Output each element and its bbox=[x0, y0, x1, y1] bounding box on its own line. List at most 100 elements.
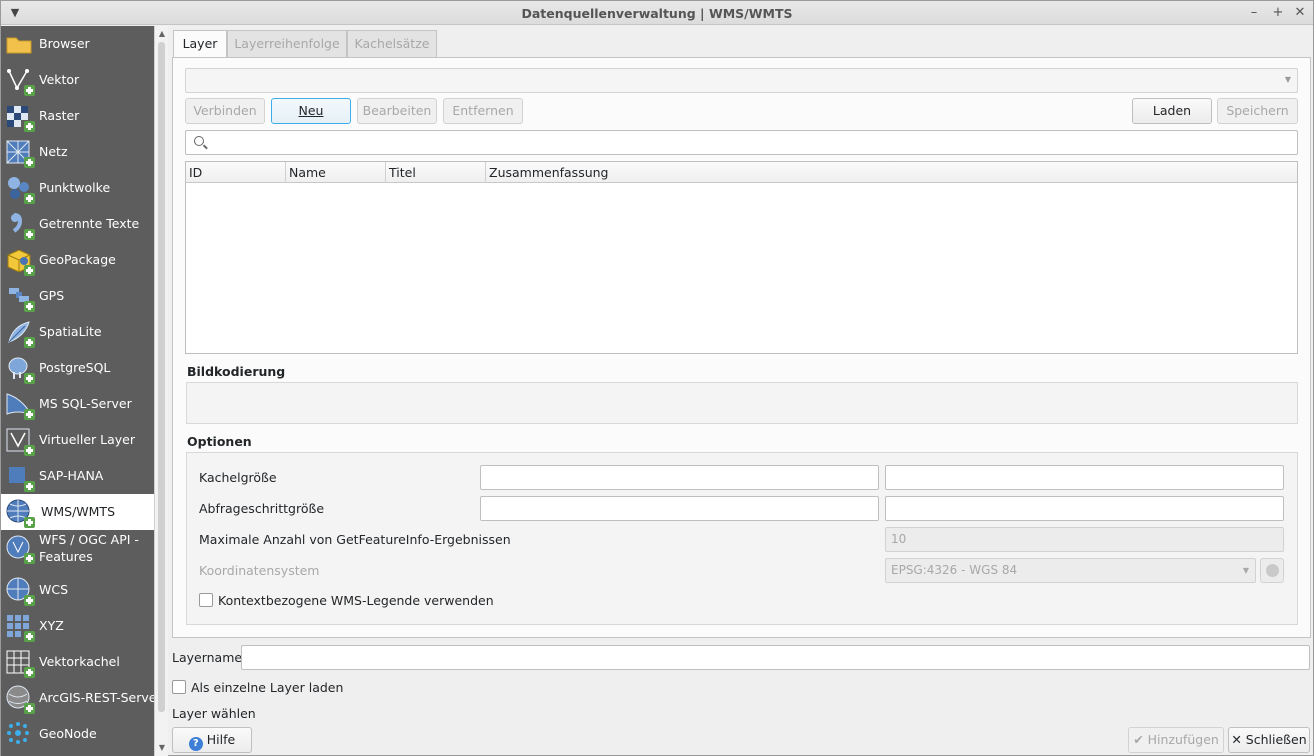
wfs-icon bbox=[5, 534, 35, 564]
sidebar-item-vector-tile[interactable]: Vektorkachel bbox=[1, 644, 154, 680]
sidebar-item-label: Punktwolke bbox=[39, 180, 111, 195]
sidebar-item-raster[interactable]: Raster bbox=[1, 98, 154, 134]
delimited-text-icon bbox=[5, 210, 35, 240]
crs-select-value: EPSG:4326 - WGS 84 bbox=[891, 563, 1018, 577]
add-button[interactable]: ✔ Hinzufügen bbox=[1128, 727, 1224, 753]
sidebar-item-label: SAP-HANA bbox=[39, 468, 104, 483]
postgresql-icon bbox=[5, 354, 35, 384]
load-connections-button[interactable]: Laden bbox=[1132, 98, 1212, 124]
mesh-icon bbox=[5, 138, 35, 168]
tab-tilesets[interactable]: Kachelsätze bbox=[347, 30, 437, 57]
load-as-single-layer-checkbox[interactable] bbox=[172, 680, 186, 694]
tile-width-input[interactable] bbox=[480, 465, 879, 490]
column-header-id[interactable]: ID bbox=[186, 162, 286, 183]
column-header-abstract[interactable]: Zusammenfassung bbox=[486, 162, 1297, 183]
scroll-up-icon[interactable]: ▲ bbox=[156, 28, 168, 40]
raster-icon bbox=[5, 102, 35, 132]
sidebar-item-virtual-layer[interactable]: Virtueller Layer bbox=[1, 422, 154, 458]
sidebar-item-wcs[interactable]: WCS bbox=[1, 572, 154, 608]
sidebar-item-pointcloud[interactable]: Punktwolke bbox=[1, 170, 154, 206]
step-size-label: Abfrageschrittgröße bbox=[199, 501, 325, 516]
max-feature-info-label: Maximale Anzahl von GetFeatureInfo-Ergeb… bbox=[199, 532, 511, 547]
sidebar-item-mesh[interactable]: Netz bbox=[1, 134, 154, 170]
sidebar-item-sap-hana[interactable]: SAP-HANA bbox=[1, 458, 154, 494]
wms-icon bbox=[5, 498, 35, 528]
geopackage-icon bbox=[5, 246, 35, 276]
sidebar-item-label: WMS/WMTS bbox=[41, 504, 116, 519]
options-section-title: Optionen bbox=[187, 434, 252, 449]
layer-search-input[interactable] bbox=[185, 130, 1298, 155]
sidebar-item-label: WCS bbox=[39, 582, 69, 597]
sidebar-item-geonode[interactable]: GeoNode bbox=[1, 716, 154, 752]
minimize-button[interactable]: – bbox=[1245, 4, 1263, 22]
sidebar-item-mssql[interactable]: MS SQL-Server bbox=[1, 386, 154, 422]
title-bar: ▼ Datenquellenverwaltung | WMS/WMTS – + … bbox=[1, 1, 1313, 25]
pointcloud-icon bbox=[5, 174, 35, 204]
mssql-icon bbox=[5, 390, 35, 420]
layername-input[interactable] bbox=[241, 645, 1310, 670]
maximize-button[interactable]: + bbox=[1269, 4, 1287, 22]
geonode-icon bbox=[5, 720, 33, 748]
connect-button[interactable]: Verbinden bbox=[185, 98, 265, 124]
contextual-legend-label: Kontextbezogene WMS-Legende verwenden bbox=[218, 593, 494, 608]
column-header-title[interactable]: Titel bbox=[386, 162, 486, 183]
sidebar-item-label: Raster bbox=[39, 108, 80, 123]
sidebar-item-wfs[interactable]: WFS / OGC API - Features bbox=[1, 530, 154, 566]
scrollbar-thumb[interactable] bbox=[158, 42, 165, 712]
sidebar-item-label: MS SQL-Server bbox=[39, 396, 132, 411]
crs-select[interactable]: EPSG:4326 - WGS 84 ▼ bbox=[885, 558, 1256, 583]
load-as-single-layer-label: Als einzelne Layer laden bbox=[191, 680, 344, 695]
sidebar-item-delimited-text[interactable]: Getrennte Texte bbox=[1, 206, 154, 242]
sidebar-item-browser[interactable]: Browser bbox=[1, 26, 154, 62]
close-window-button[interactable]: ✕ bbox=[1291, 4, 1309, 22]
close-label: Schließen bbox=[1245, 732, 1307, 747]
sidebar-item-geopackage[interactable]: GeoPackage bbox=[1, 242, 154, 278]
sidebar-item-gps[interactable]: GPS bbox=[1, 278, 154, 314]
sidebar-item-label: Netz bbox=[39, 144, 68, 159]
tab-layer-order[interactable]: Layerreihenfolge bbox=[227, 30, 347, 57]
sidebar-item-wms[interactable]: WMS/WMTS bbox=[1, 494, 154, 530]
sidebar-item-label: GPS bbox=[39, 288, 65, 303]
help-button[interactable]: ? Hilfe bbox=[172, 727, 252, 753]
data-source-manager-window: ▼ Datenquellenverwaltung | WMS/WMTS – + … bbox=[0, 0, 1314, 756]
scroll-down-icon[interactable]: ▼ bbox=[156, 742, 168, 754]
chevron-down-icon: ▼ bbox=[1242, 566, 1249, 575]
layer-table[interactable]: ID Name Titel Zusammenfassung bbox=[185, 161, 1298, 354]
search-icon bbox=[194, 136, 204, 146]
sidebar-item-label: WFS / OGC API - Features bbox=[39, 532, 139, 564]
save-connections-button[interactable]: Speichern bbox=[1217, 98, 1298, 124]
step-width-input[interactable] bbox=[480, 496, 879, 521]
sidebar-item-label: ArcGIS-REST-Server bbox=[39, 690, 154, 705]
layername-label: Layername bbox=[172, 650, 243, 665]
connection-select[interactable]: ▼ bbox=[185, 68, 1298, 93]
edit-connection-button[interactable]: Bearbeiten bbox=[357, 98, 437, 124]
close-button[interactable]: ✕ Schließen bbox=[1228, 727, 1310, 753]
sidebar-item-arcgis[interactable]: ArcGIS-REST-Server bbox=[1, 680, 154, 716]
table-header: ID Name Titel Zusammenfassung bbox=[186, 162, 1297, 183]
globe-icon bbox=[1266, 564, 1279, 577]
close-icon: ✕ bbox=[1231, 732, 1242, 747]
crs-picker-button[interactable] bbox=[1260, 558, 1284, 583]
sidebar-item-postgresql[interactable]: PostgreSQL bbox=[1, 350, 154, 386]
new-connection-button[interactable]: Neu bbox=[271, 98, 351, 124]
sidebar-item-label: GeoPackage bbox=[39, 252, 116, 267]
tab-layer[interactable]: Layer bbox=[173, 30, 227, 58]
sidebar-item-spatialite[interactable]: SpatiaLite bbox=[1, 314, 154, 350]
virtual-layer-icon bbox=[5, 426, 35, 456]
sidebar-item-vector[interactable]: Vektor bbox=[1, 62, 154, 98]
spatialite-icon bbox=[5, 318, 35, 348]
checkmark-icon: ✔ bbox=[1133, 732, 1144, 747]
sidebar-item-xyz[interactable]: XYZ bbox=[1, 608, 154, 644]
step-height-input[interactable] bbox=[885, 496, 1284, 521]
remove-connection-button[interactable]: Entfernen bbox=[443, 98, 523, 124]
sidebar-scrollbar[interactable]: ▲ ▼ bbox=[154, 26, 168, 756]
status-text: Layer wählen bbox=[172, 706, 256, 721]
contextual-legend-checkbox[interactable] bbox=[199, 593, 213, 607]
folder-icon bbox=[6, 37, 32, 54]
tile-height-input[interactable] bbox=[885, 465, 1284, 490]
max-feature-info-input[interactable]: 10 bbox=[885, 527, 1284, 552]
sidebar-item-label: GeoNode bbox=[39, 726, 97, 741]
sidebar-item-label: PostgreSQL bbox=[39, 360, 111, 375]
column-header-name[interactable]: Name bbox=[286, 162, 386, 183]
help-label: Hilfe bbox=[206, 732, 236, 747]
